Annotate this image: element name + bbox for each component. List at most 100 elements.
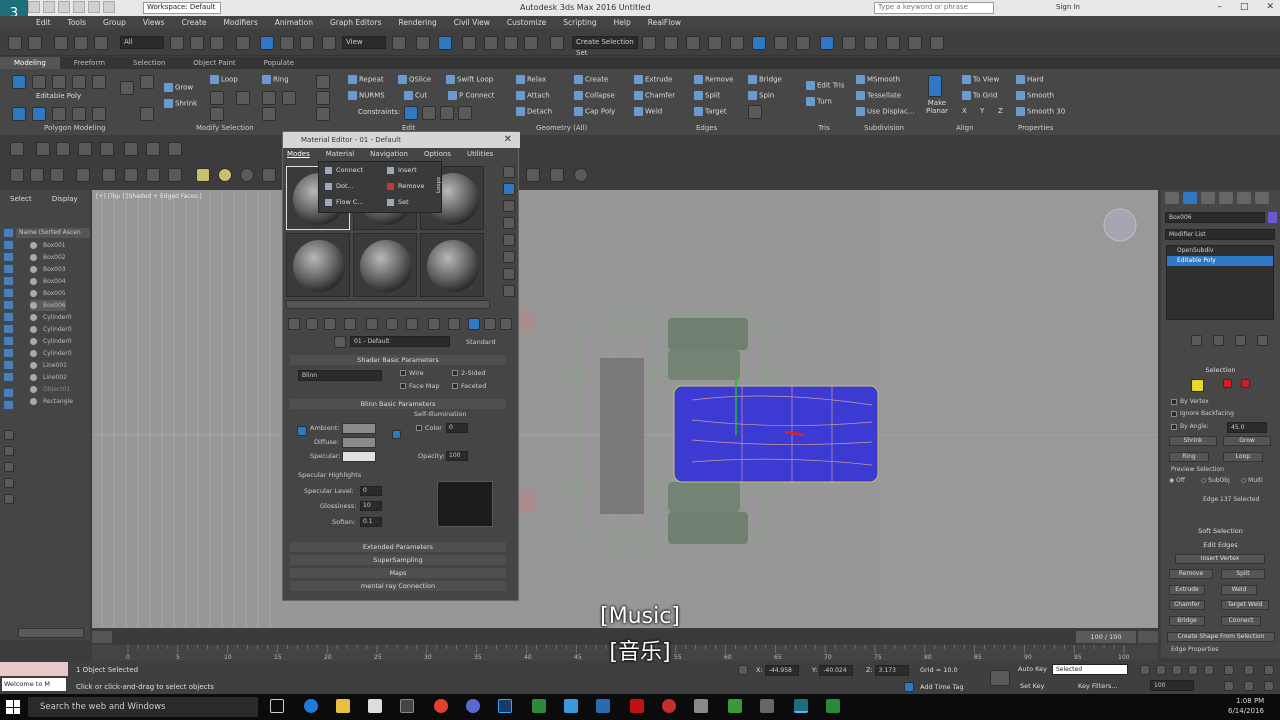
make-planar-icon[interactable] [928,75,942,97]
display-containers-icon[interactable] [3,336,14,346]
by-vertex-checkbox[interactable]: By Vertex [1171,398,1209,405]
smooth30-button[interactable]: Smooth 30 [1016,107,1065,116]
edit-icon[interactable] [316,75,330,89]
ribbon-group-align[interactable]: Align [956,124,974,132]
tessellate-button[interactable]: Tessellate [856,91,901,100]
show-end-result-icon[interactable] [448,318,460,330]
me-menu-utilities[interactable]: Utilities [467,149,493,160]
app-icon[interactable] [400,699,414,713]
ribbon-group-geometry[interactable]: Geometry (All) [536,124,587,132]
material-sample-slot[interactable] [286,233,350,297]
hierarchy-tab-icon[interactable] [1201,192,1215,204]
list-item[interactable]: Box002 [30,252,66,263]
extrude-edge-button[interactable]: Extrude [1169,585,1205,595]
tab-object-paint[interactable]: Object Paint [179,57,249,69]
display-frozen-icon[interactable] [3,348,14,358]
eyedropper-icon[interactable] [334,336,346,348]
align-y-button[interactable]: Y [980,107,984,115]
orbit-icon[interactable] [1264,681,1274,691]
put-to-library-icon[interactable] [386,318,398,330]
menu-civil-view[interactable]: Civil View [454,16,490,29]
turn-button[interactable]: Turn [806,97,832,106]
menu-modifiers[interactable]: Modifiers [224,16,258,29]
ring-mode-icon[interactable] [262,107,276,121]
edit-tris-button[interactable]: Edit Tris [806,81,845,90]
remove-button[interactable]: Remove [694,75,733,84]
ring-button[interactable]: Ring [262,75,289,84]
to-grid-button[interactable]: To Grid [962,91,997,100]
layer4-icon[interactable] [4,478,14,488]
select-by-name-icon[interactable] [190,36,204,50]
list-item[interactable]: Cylinder0 [30,336,72,347]
chamfer-button[interactable]: Chamfer [634,91,675,100]
hard-button[interactable]: Hard [1016,75,1044,84]
list-item[interactable]: Rectangle [30,396,73,407]
video-color-check-icon[interactable] [503,234,515,246]
play-icon[interactable] [1172,665,1182,675]
get-material-icon[interactable] [288,318,300,330]
constraint-none-icon[interactable] [404,106,418,120]
show-map-icon[interactable] [428,318,440,330]
list-item[interactable]: Line002 [30,372,67,383]
background-icon[interactable] [503,200,515,212]
list-item[interactable]: Box003 [30,264,66,275]
stack-item-editable-poly[interactable]: Editable Poly [1167,256,1273,266]
constraint-face-icon[interactable] [440,106,454,120]
wire-checkbox[interactable]: Wire [400,369,424,377]
render-iterative-icon[interactable] [886,36,900,50]
tab-display[interactable]: Display [52,195,78,203]
previous-frame-icon[interactable] [1156,665,1166,675]
motion-tab-icon[interactable] [1219,192,1233,204]
torus-primitive-icon[interactable] [262,168,276,182]
photoshop-icon[interactable] [498,699,512,713]
ribbon-group-polygon-modeling[interactable]: Polygon Modeling [44,124,106,132]
cap-poly-button[interactable]: Cap Poly [574,107,615,116]
workspace-dropdown[interactable]: Workspace: Default [143,2,221,14]
go-to-parent-icon[interactable] [468,318,480,330]
tab-freeform[interactable]: Freeform [60,57,119,69]
display-none-icon[interactable] [3,388,14,398]
show-end-result-icon[interactable] [1213,335,1224,346]
angle-value[interactable]: 45.0 [1227,422,1267,433]
glossiness-value[interactable]: 10 [360,501,382,511]
list-item[interactable]: Box004 [30,276,66,287]
selection-filter-dropdown[interactable]: All [120,36,164,49]
ignore-backfacing-icon[interactable] [92,107,106,121]
ribbon-group-properties[interactable]: Properties [1018,124,1053,132]
ribbon-group-tris[interactable]: Tris [818,124,830,132]
open-icon[interactable] [43,1,55,13]
list-item[interactable]: Box001 [30,240,66,251]
viewport-label[interactable]: [+] [Top ] [Shaded + Edged Faces ] [96,193,202,200]
undo-icon[interactable] [8,36,22,50]
app5-icon[interactable] [662,699,676,713]
render-production-icon[interactable] [864,36,878,50]
sample-type-icon[interactable] [503,166,515,178]
put-to-scene-icon[interactable] [306,318,318,330]
vertex-selection-icon[interactable] [1191,379,1204,392]
menu-views[interactable]: Views [143,16,165,29]
box-primitive-icon[interactable] [196,168,210,182]
layer-icon[interactable] [4,430,14,440]
p-connect-button[interactable]: P Connect [448,91,494,100]
supersampling-rollout[interactable]: SuperSampling [290,555,506,565]
zoom-extents-icon[interactable] [1264,665,1274,675]
stack-item-opensubdiv[interactable]: OpenSubdiv [1167,246,1273,256]
list-item[interactable]: Box005 [30,288,66,299]
fov-icon[interactable] [1224,681,1234,691]
utilities-tab-icon[interactable] [1255,192,1269,204]
pan-icon[interactable] [1244,681,1254,691]
nurms-button[interactable]: NURMS [348,91,385,100]
activeshade-icon[interactable] [908,36,922,50]
me-menu-material[interactable]: Material [326,149,354,160]
diffuse-color-swatch[interactable] [342,437,376,448]
make-planar-button[interactable]: Make Planar [922,99,952,115]
save-icon[interactable] [58,1,70,13]
rect-selection-icon[interactable] [210,36,224,50]
filter-groups-icon[interactable] [146,168,160,182]
cylinder-primitive-icon[interactable] [240,168,254,182]
ribbon-group-modify-selection[interactable]: Modify Selection [196,124,254,132]
element-mode-icon[interactable] [92,75,106,89]
filter-helpers-icon[interactable] [102,168,116,182]
extended-parameters-rollout[interactable]: Extended Parameters [290,542,506,552]
list-item[interactable]: Object01 [30,384,70,395]
